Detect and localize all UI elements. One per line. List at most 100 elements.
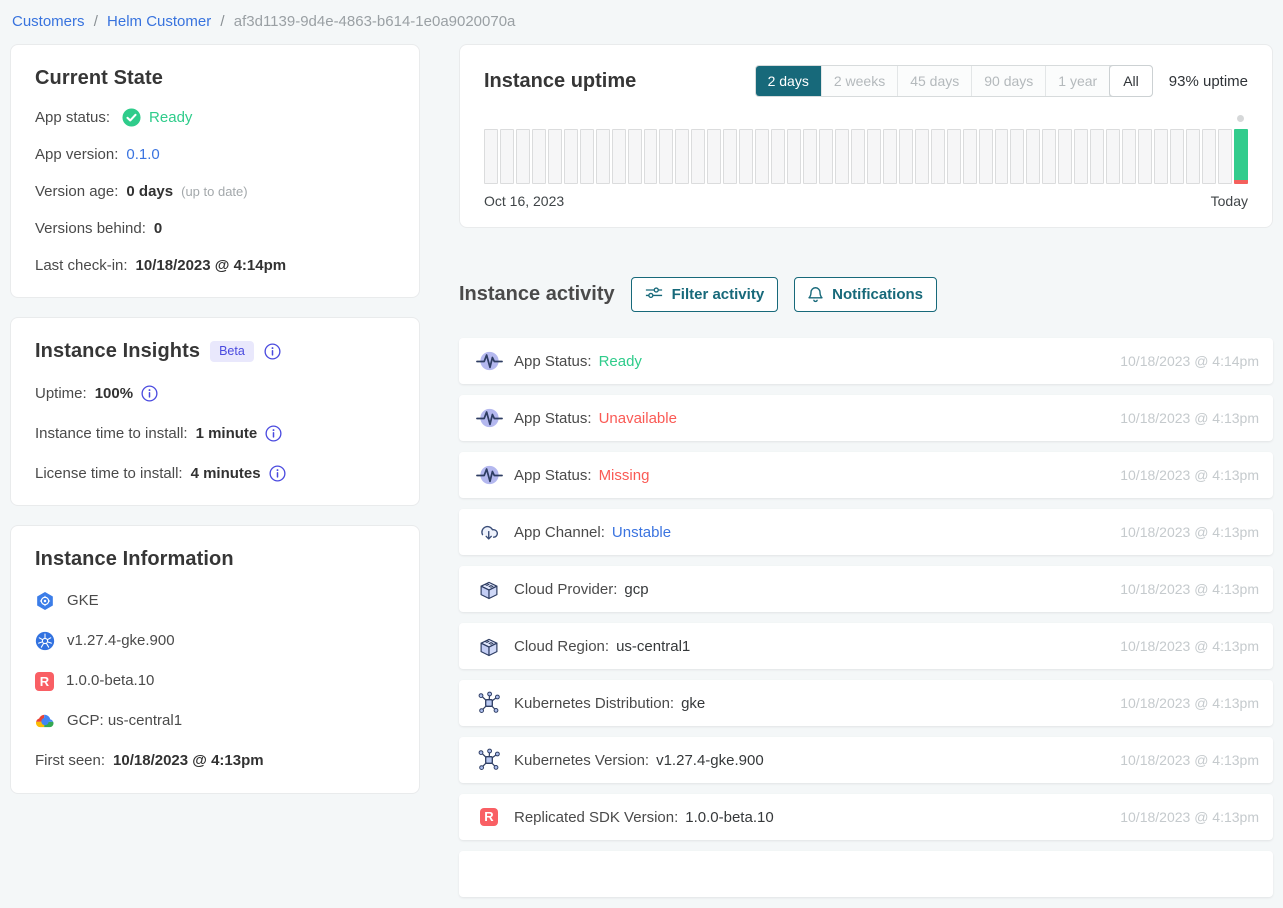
- uptime-bar-current[interactable]: [1234, 129, 1248, 184]
- breadcrumb-separator: /: [94, 13, 98, 30]
- uptime-bar[interactable]: [596, 129, 610, 184]
- uptime-bar[interactable]: [803, 129, 817, 184]
- uptime-bar[interactable]: [1170, 129, 1184, 184]
- first-seen-value: 10/18/2023 @ 4:13pm: [113, 751, 264, 771]
- uptime-bar[interactable]: [580, 129, 594, 184]
- activity-row-value: Unavailable: [599, 410, 677, 427]
- range-2-weeks[interactable]: 2 weeks: [822, 66, 898, 96]
- left-column: Current State App status: Ready App vers…: [10, 44, 420, 794]
- uptime-bar[interactable]: [851, 129, 865, 184]
- uptime-bar[interactable]: [1218, 129, 1232, 184]
- activity-row-value: us-central1: [616, 638, 690, 655]
- filter-activity-button[interactable]: Filter activity: [631, 277, 779, 312]
- app-status-label: App status:: [35, 108, 110, 127]
- last-checkin-value: 10/18/2023 @ 4:14pm: [136, 256, 287, 275]
- breadcrumb-customers-link[interactable]: Customers: [12, 13, 85, 30]
- uptime-bar[interactable]: [1026, 129, 1040, 184]
- uptime-bar[interactable]: [995, 129, 1009, 184]
- activity-row-value-link[interactable]: Unstable: [612, 524, 671, 541]
- app-version-link[interactable]: 0.1.0: [126, 145, 159, 164]
- kubernetes-network-icon: [475, 748, 503, 772]
- uptime-bar[interactable]: [1106, 129, 1120, 184]
- uptime-bar[interactable]: [691, 129, 705, 184]
- uptime-bar[interactable]: [883, 129, 897, 184]
- instance-info-sdk-version: 1.0.0-beta.10: [66, 671, 154, 691]
- app-status-icon: [475, 464, 503, 486]
- uptime-bar[interactable]: [1154, 129, 1168, 184]
- uptime-bar[interactable]: [819, 129, 833, 184]
- uptime-bar[interactable]: [739, 129, 753, 184]
- uptime-bar[interactable]: [979, 129, 993, 184]
- uptime-bar[interactable]: [1186, 129, 1200, 184]
- app-channel-icon: [475, 522, 503, 542]
- uptime-bar[interactable]: [723, 129, 737, 184]
- uptime-bar[interactable]: [963, 129, 977, 184]
- range-1-year[interactable]: 1 year: [1046, 66, 1110, 96]
- breadcrumb-instance-id: af3d1139-9d4e-4863-b614-1e0a9020070a: [234, 13, 516, 30]
- uptime-bar[interactable]: [612, 129, 626, 184]
- activity-row-value: gcp: [624, 581, 648, 598]
- uptime-bar[interactable]: [628, 129, 642, 184]
- range-45-days[interactable]: 45 days: [898, 66, 972, 96]
- uptime-bar[interactable]: [1138, 129, 1152, 184]
- info-icon[interactable]: [264, 343, 281, 360]
- notifications-button[interactable]: Notifications: [794, 277, 937, 312]
- uptime-bar[interactable]: [659, 129, 673, 184]
- uptime-range-selector: 2 days 2 weeks 45 days 90 days 1 year Al…: [755, 65, 1153, 97]
- uptime-bar[interactable]: [835, 129, 849, 184]
- uptime-bar[interactable]: [564, 129, 578, 184]
- uptime-bar[interactable]: [1074, 129, 1088, 184]
- uptime-bar[interactable]: [1090, 129, 1104, 184]
- uptime-bar[interactable]: [1042, 129, 1056, 184]
- sliders-icon: [645, 287, 663, 302]
- uptime-chart: [484, 129, 1248, 184]
- instance-info-distribution: GKE: [67, 591, 99, 611]
- bell-icon: [808, 286, 823, 303]
- activity-row-label: App Channel:: [514, 524, 605, 541]
- activity-row-timestamp: 10/18/2023 @ 4:13pm: [1120, 524, 1259, 540]
- uptime-bar[interactable]: [532, 129, 546, 184]
- uptime-bar[interactable]: [947, 129, 961, 184]
- uptime-bar[interactable]: [548, 129, 562, 184]
- uptime-bar[interactable]: [1202, 129, 1216, 184]
- range-all[interactable]: All: [1109, 65, 1153, 97]
- uptime-bar[interactable]: [1122, 129, 1136, 184]
- uptime-bar[interactable]: [867, 129, 881, 184]
- activity-row-value: v1.27.4-gke.900: [656, 752, 764, 769]
- activity-row: App Channel: Unstable 10/18/2023 @ 4:13p…: [459, 509, 1273, 555]
- uptime-bar[interactable]: [707, 129, 721, 184]
- uptime-bar[interactable]: [931, 129, 945, 184]
- uptime-bar[interactable]: [675, 129, 689, 184]
- info-icon[interactable]: [265, 425, 282, 442]
- chart-end-label: Today: [1211, 193, 1248, 209]
- activity-row-timestamp: 10/18/2023 @ 4:13pm: [1120, 638, 1259, 654]
- cloud-package-icon: [475, 636, 503, 657]
- kubernetes-network-icon: [475, 691, 503, 715]
- uptime-bar[interactable]: [484, 129, 498, 184]
- uptime-bar[interactable]: [915, 129, 929, 184]
- breadcrumb-customer-link[interactable]: Helm Customer: [107, 13, 211, 30]
- activity-row: R Replicated SDK Version: 1.0.0-beta.10 …: [459, 794, 1273, 840]
- breadcrumb-separator: /: [220, 13, 224, 30]
- uptime-bar[interactable]: [1010, 129, 1024, 184]
- uptime-bar[interactable]: [500, 129, 514, 184]
- gcp-icon: [35, 714, 55, 728]
- info-icon[interactable]: [141, 385, 158, 402]
- app-version-label: App version:: [35, 145, 118, 164]
- uptime-bar[interactable]: [771, 129, 785, 184]
- instance-insights-title: Instance Insights: [35, 340, 200, 363]
- info-icon[interactable]: [269, 465, 286, 482]
- range-2-days[interactable]: 2 days: [756, 66, 822, 96]
- instance-uptime-title: Instance uptime: [484, 70, 636, 93]
- activity-row-timestamp: 10/18/2023 @ 4:13pm: [1120, 581, 1259, 597]
- uptime-bar[interactable]: [755, 129, 769, 184]
- uptime-bar[interactable]: [516, 129, 530, 184]
- app-status-value: Ready: [149, 108, 192, 127]
- activity-row-timestamp: 10/18/2023 @ 4:13pm: [1120, 752, 1259, 768]
- uptime-bar[interactable]: [787, 129, 801, 184]
- range-90-days[interactable]: 90 days: [972, 66, 1046, 96]
- version-age-value: 0 days: [126, 182, 173, 201]
- uptime-bar[interactable]: [644, 129, 658, 184]
- uptime-bar[interactable]: [899, 129, 913, 184]
- uptime-bar[interactable]: [1058, 129, 1072, 184]
